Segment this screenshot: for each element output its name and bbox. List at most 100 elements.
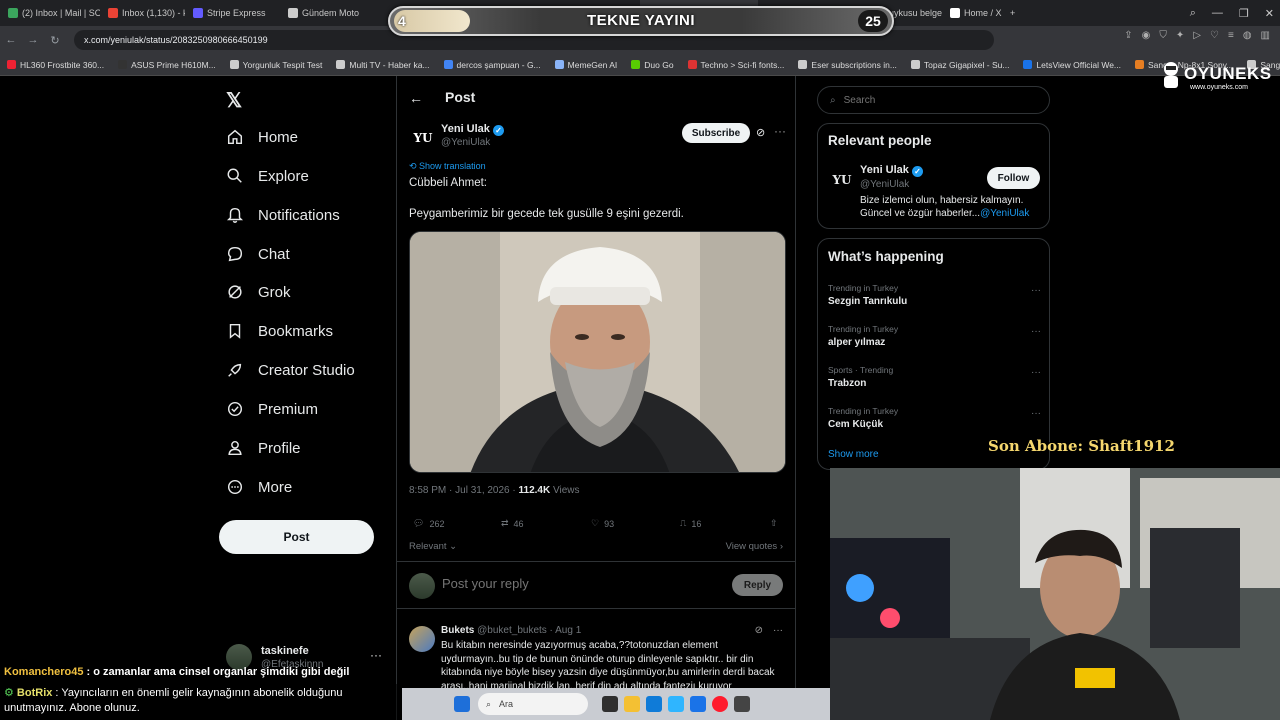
search-input[interactable] bbox=[843, 94, 1024, 106]
relevant-person-name[interactable]: Yeni Ulak ✓ bbox=[860, 164, 923, 177]
search-tabs-icon[interactable]: ⌕ bbox=[1190, 7, 1196, 20]
minimize-icon[interactable]: — bbox=[1212, 7, 1223, 19]
taskbar-search[interactable]: ⌕ Ara bbox=[478, 693, 588, 715]
edge-icon[interactable] bbox=[646, 696, 662, 712]
reply-action[interactable]: 💬︎ 262 bbox=[413, 518, 444, 529]
relevant-person-handle[interactable]: @YeniUlak bbox=[860, 179, 909, 190]
bookmark-favicon-icon bbox=[687, 60, 697, 69]
tab[interactable]: Stripe Express bbox=[185, 0, 280, 26]
share-icon[interactable]: ⇪ bbox=[1124, 30, 1132, 41]
sidebar-item-label: Grok bbox=[258, 283, 291, 301]
copilot-icon[interactable] bbox=[668, 696, 684, 712]
camera-icon[interactable]: ◉ bbox=[1142, 30, 1151, 41]
sidebar-item-grok[interactable]: Grok bbox=[226, 283, 291, 301]
sidebar-item-home[interactable]: Home bbox=[226, 128, 298, 146]
sort-dropdown[interactable]: Relevant ⌄ bbox=[409, 541, 457, 552]
relevant-person-avatar[interactable]: YU bbox=[828, 166, 856, 194]
grok-icon[interactable]: ⊘ bbox=[756, 126, 765, 139]
app-icon[interactable] bbox=[734, 696, 750, 712]
bookmark-item[interactable]: Topaz Gigapixel - Su... bbox=[904, 60, 1017, 70]
bookmark-label: Topaz Gigapixel - Su... bbox=[923, 59, 1010, 70]
start-icon[interactable] bbox=[454, 696, 470, 712]
tab[interactable]: (2) Inbox | Mail | SOG bbox=[0, 0, 100, 26]
back-arrow-icon[interactable]: ← bbox=[409, 90, 423, 106]
post-image[interactable] bbox=[409, 231, 786, 473]
extension-icon[interactable]: ✦ bbox=[1176, 30, 1184, 41]
sidebar-item-premium[interactable]: Premium bbox=[226, 400, 318, 418]
tab[interactable]: Inbox (1,130) - kickta bbox=[100, 0, 185, 26]
reply-author-handle[interactable]: @buket_bukets bbox=[477, 625, 547, 636]
home-icon bbox=[227, 129, 243, 145]
x-logo-icon[interactable]: 𝕏 bbox=[226, 88, 242, 113]
sidebar-item-bookmarks[interactable]: Bookmarks bbox=[226, 322, 333, 340]
more-dots-icon[interactable]: ··· bbox=[1031, 326, 1041, 337]
show-translation-link[interactable]: ⟲ Show translation bbox=[409, 161, 486, 172]
sidebar-item-profile[interactable]: Profile bbox=[226, 439, 301, 457]
trend-title: Trabzon bbox=[828, 378, 867, 389]
tab[interactable]: Home / X bbox=[942, 0, 1002, 26]
sidebar-item-notifications[interactable]: Notifications bbox=[226, 206, 340, 224]
subscribe-button[interactable]: Subscribe bbox=[682, 123, 750, 143]
sort-label: Relevant bbox=[409, 541, 447, 552]
file-explorer-icon[interactable] bbox=[624, 696, 640, 712]
show-more-link[interactable]: Show more bbox=[828, 449, 879, 460]
view-quotes-link[interactable]: View quotes › bbox=[726, 541, 783, 552]
bookmark-action[interactable]: ⎍ 16 bbox=[680, 518, 701, 529]
bookmark-item[interactable]: dercos şampuan - G... bbox=[437, 60, 548, 70]
reply-author-name[interactable]: Bukets bbox=[441, 625, 474, 636]
bookmark-item[interactable]: Duo Go bbox=[624, 60, 680, 70]
search-box[interactable]: ⌕ bbox=[817, 86, 1050, 114]
trend-item[interactable]: Sports · Trending Trabzon ··· bbox=[828, 365, 1041, 401]
bookmark-item[interactable]: HL360 Frostbite 360... bbox=[0, 60, 111, 70]
sidebar-icon[interactable]: ▥ bbox=[1261, 30, 1270, 41]
follow-button[interactable]: Follow bbox=[987, 167, 1040, 189]
grok-icon[interactable]: ⊘ bbox=[755, 625, 763, 636]
author-handle[interactable]: @YeniUlak bbox=[441, 137, 490, 148]
heart-icon[interactable]: ♡ bbox=[1210, 30, 1219, 41]
store-icon[interactable] bbox=[690, 696, 706, 712]
bookmark-favicon-icon bbox=[798, 60, 808, 69]
opera-icon[interactable] bbox=[712, 696, 728, 712]
sidebar-item-chat[interactable]: Chat bbox=[226, 245, 290, 263]
bookmark-item[interactable]: Eser subscriptions in... bbox=[791, 60, 904, 70]
reload-icon[interactable]: ↻ bbox=[44, 34, 66, 47]
reply-input[interactable] bbox=[442, 576, 712, 591]
menu-icon[interactable]: ≡ bbox=[1228, 30, 1234, 41]
reply-button[interactable]: Reply bbox=[732, 574, 783, 596]
share-action[interactable]: ⇧ bbox=[770, 518, 778, 529]
more-dots-icon[interactable]: ··· bbox=[773, 625, 783, 636]
bookmark-item[interactable]: Techno > Sci-fi fonts... bbox=[681, 60, 792, 70]
bio-link[interactable]: @YeniUlak bbox=[980, 208, 1029, 219]
more-dots-icon[interactable]: ··· bbox=[1031, 408, 1041, 419]
task-view-icon[interactable] bbox=[602, 696, 618, 712]
more-dots-icon[interactable]: ··· bbox=[1031, 367, 1041, 378]
author-name[interactable]: Yeni Ulak ✓ bbox=[441, 123, 504, 136]
bookmark-item[interactable]: MemeGen AI bbox=[548, 60, 625, 70]
bookmark-item[interactable]: Multi TV - Haber ka... bbox=[329, 60, 436, 70]
sidebar-item-creator-studio[interactable]: Creator Studio bbox=[226, 361, 355, 379]
trend-item[interactable]: Trending in Turkey alper yılmaz ··· bbox=[828, 324, 1041, 360]
reply-icons: ⊘ ··· bbox=[755, 625, 783, 636]
bookmark-item[interactable]: LetsView Official We... bbox=[1016, 60, 1128, 70]
avatar[interactable] bbox=[409, 626, 435, 652]
repost-action[interactable]: ⇄ 46 bbox=[501, 518, 524, 529]
sidebar-item-explore[interactable]: Explore bbox=[226, 167, 309, 185]
profile-icon[interactable]: ◍ bbox=[1243, 30, 1252, 41]
forward-icon[interactable]: → bbox=[22, 34, 44, 46]
trend-item[interactable]: Trending in Turkey Sezgin Tanrıkulu ··· bbox=[828, 283, 1041, 319]
like-action[interactable]: ♡ 93 bbox=[591, 518, 614, 529]
bookmark-item[interactable]: Yorgunluk Tespit Test bbox=[223, 60, 330, 70]
more-dots-icon[interactable]: ··· bbox=[370, 648, 382, 662]
new-tab-icon[interactable]: + bbox=[1002, 0, 1023, 26]
shield-icon[interactable]: ⛉ bbox=[1159, 30, 1167, 41]
post-button[interactable]: Post bbox=[219, 520, 374, 554]
sidebar-item-more[interactable]: More bbox=[226, 478, 292, 496]
back-icon[interactable]: ← bbox=[0, 34, 22, 46]
maximize-icon[interactable]: ❐ bbox=[1239, 7, 1249, 20]
bookmark-item[interactable]: ASUS Prime H610M... bbox=[111, 60, 223, 70]
close-icon[interactable]: ✕ bbox=[1265, 7, 1274, 20]
more-dots-icon[interactable]: ··· bbox=[1031, 285, 1041, 296]
more-dots-icon[interactable]: ··· bbox=[774, 124, 786, 138]
author-avatar[interactable]: YU bbox=[409, 124, 437, 152]
play-icon[interactable]: ▷ bbox=[1193, 30, 1201, 41]
